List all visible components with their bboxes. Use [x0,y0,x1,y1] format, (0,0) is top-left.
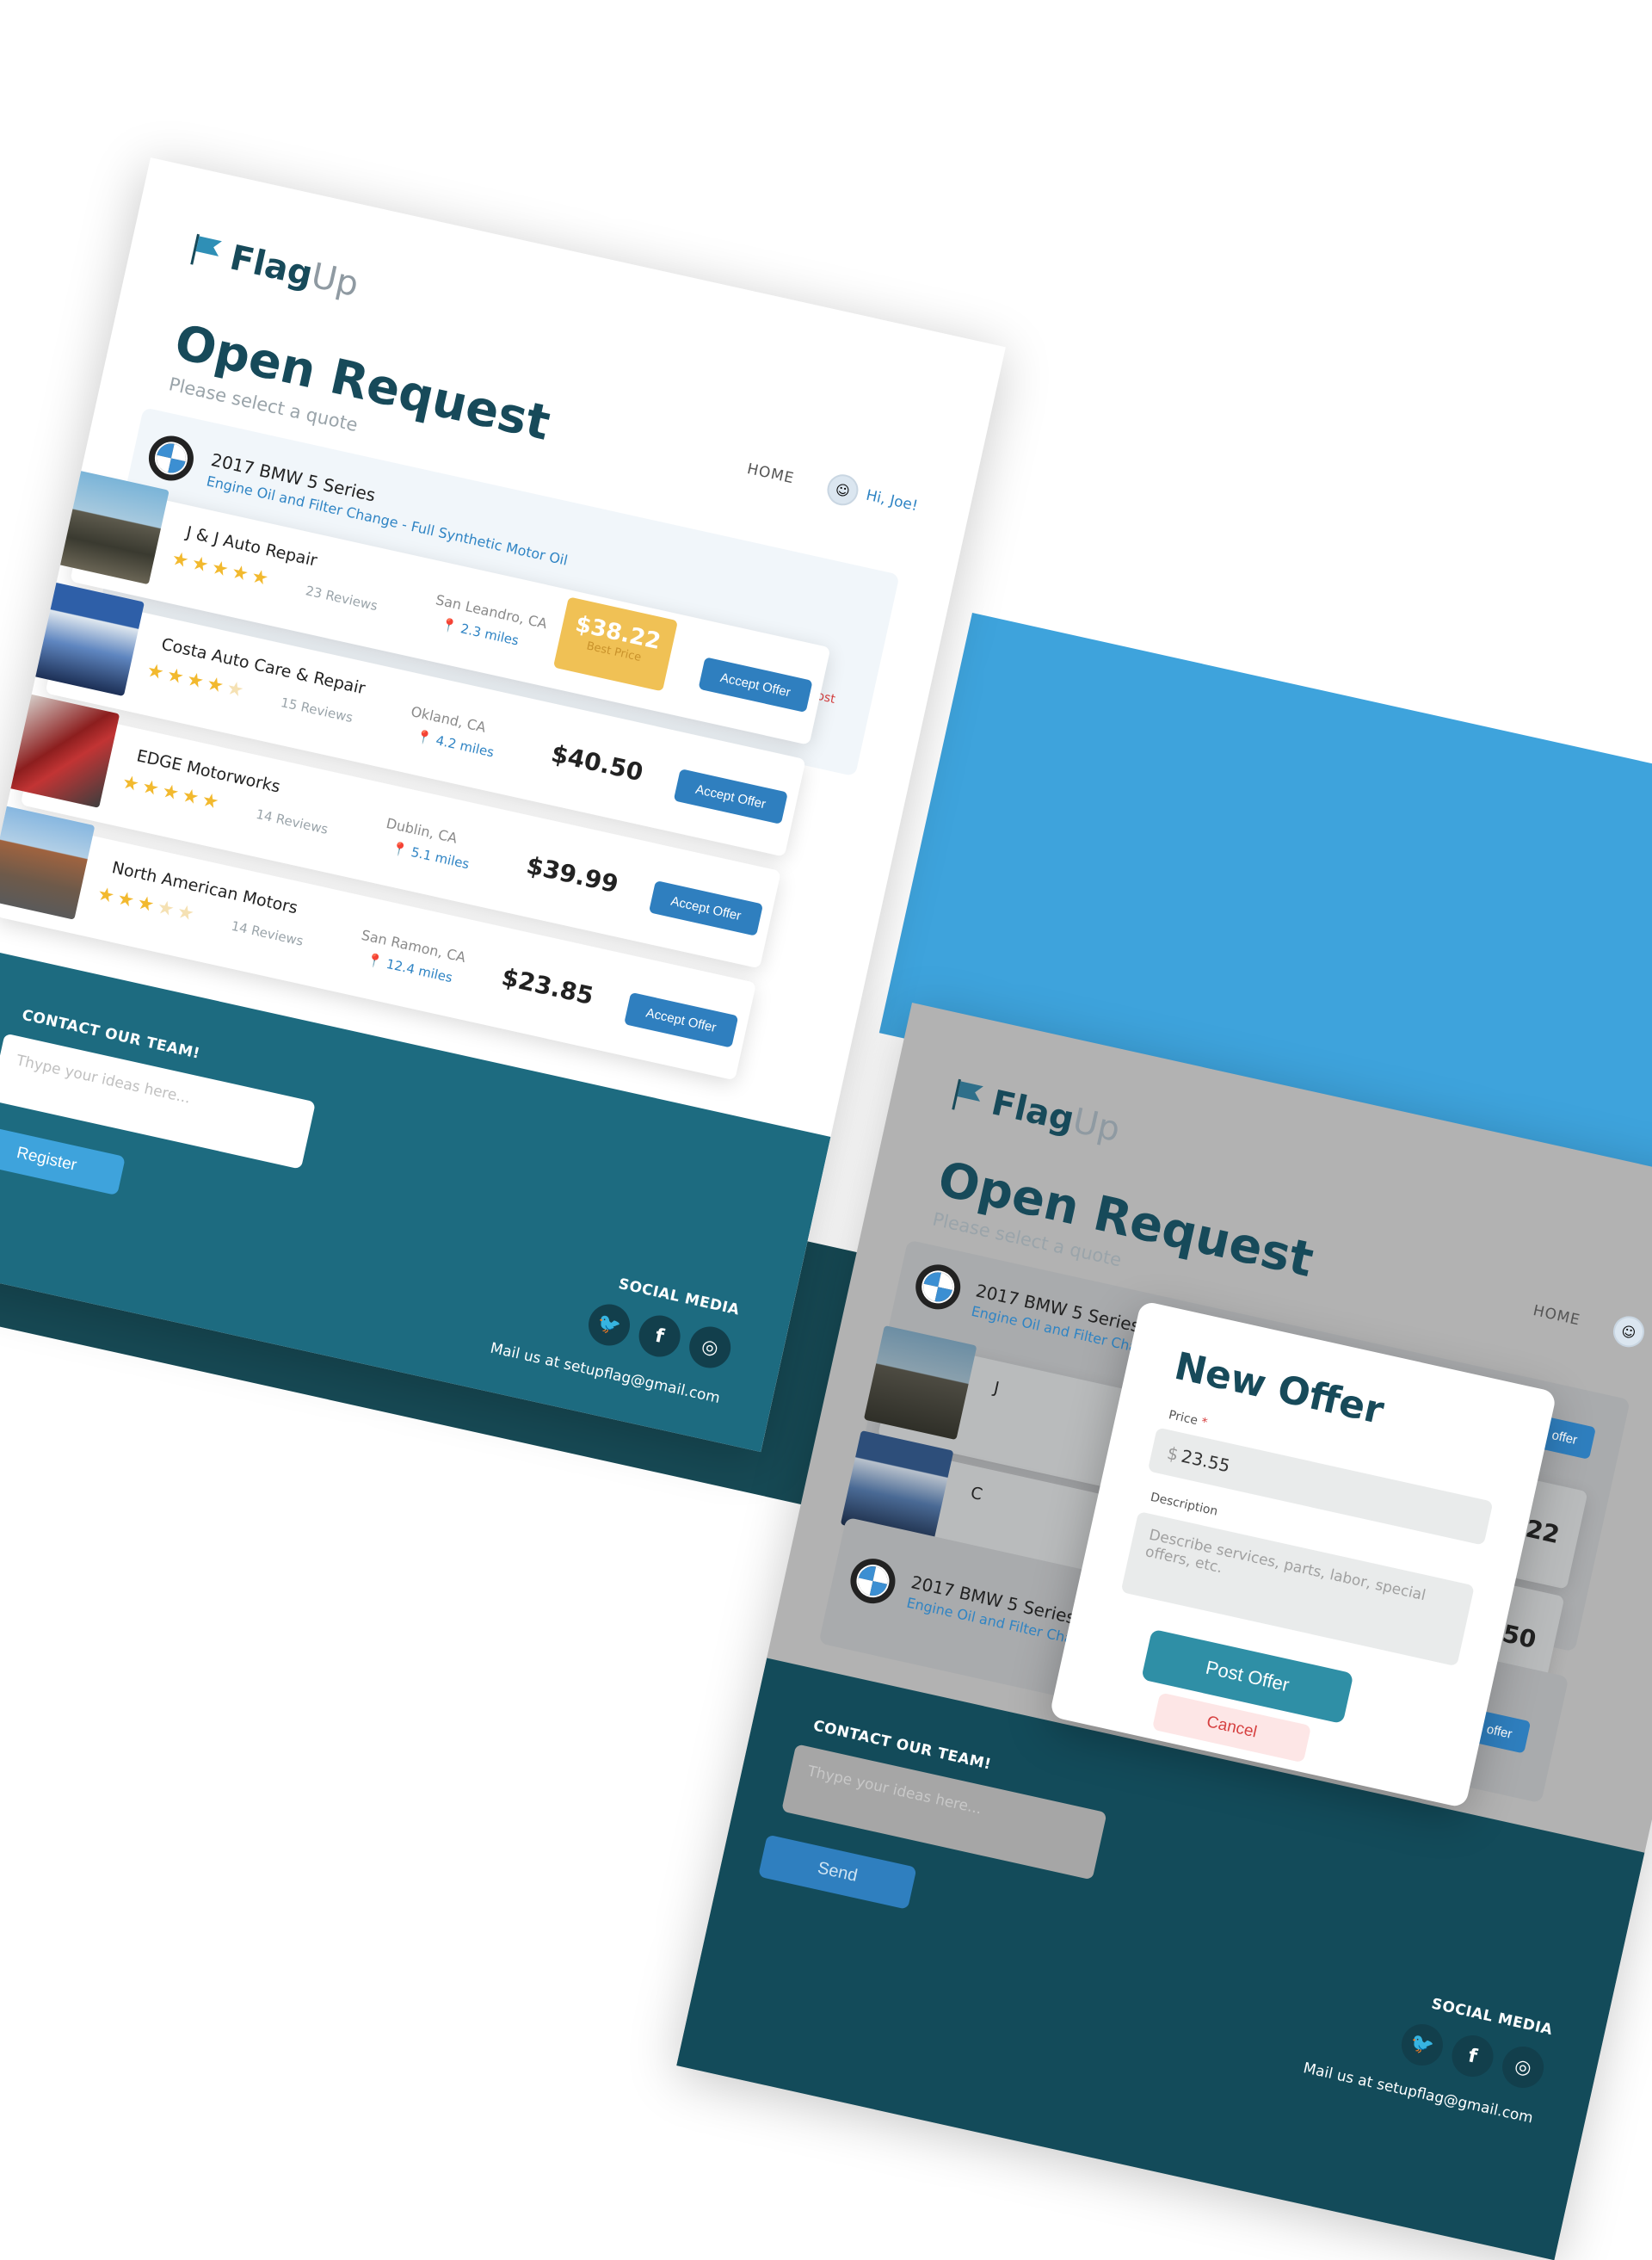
facebook-icon[interactable]: f [634,1311,685,1362]
flag-icon [188,232,226,272]
nav-home-link[interactable]: HOME [745,460,796,488]
bmw-logo-icon [911,1260,965,1314]
review-count: 14 Reviews [254,806,330,837]
brand-name: FlagUp [988,1083,1124,1151]
avatar: ☺ [1610,1312,1648,1350]
top-nav: HOME ☺ Hi, Joe! [1530,1295,1652,1363]
brand-logo[interactable]: FlagUp [949,1074,1124,1150]
register-button[interactable]: Register [0,1123,126,1196]
twitter-icon[interactable]: 🐦 [584,1300,634,1350]
shop-name: J [992,1378,1002,1399]
location-pin-icon: 📍 [390,839,410,859]
currency-symbol: $ [1165,1442,1180,1466]
price-value: 23.55 [1179,1445,1232,1477]
brand-logo[interactable]: FlagUp [188,229,362,305]
review-count: 14 Reviews [230,917,305,949]
avatar: ☺ [823,471,861,509]
offer-price: $40.50 [548,738,646,787]
new-offer-screen: FlagUp HOME ☺ Hi, Joe! Open Request Plea… [676,1003,1652,2260]
shop-distance: 📍 5.1 miles [390,839,471,873]
twitter-icon[interactable]: 🐦 [1397,2020,1447,2070]
shop-name: C [969,1483,984,1504]
price-label: Price * [1167,1408,1209,1430]
location-pin-icon: 📍 [365,951,385,971]
facebook-icon[interactable]: f [1447,2031,1498,2081]
shop-photo [863,1325,977,1441]
accept-offer-button[interactable]: Accept Offer [698,657,813,713]
shop-photo [6,693,120,808]
description-label: Description [1149,1490,1219,1519]
review-count: 23 Reviews [304,583,379,614]
shop-photo [31,581,145,697]
send-button[interactable]: Send [758,1834,917,1910]
bmw-logo-icon [846,1554,900,1609]
shop-photo [56,470,170,585]
bmw-logo-icon [144,431,198,485]
instagram-icon[interactable]: ◎ [1498,2042,1548,2092]
offer-price: $23.85 [499,962,596,1011]
location-pin-icon: 📍 [414,728,435,747]
new-offer-modal: New Offer Price * $23.55 Description Des… [1049,1300,1557,1809]
accept-offer-button[interactable]: Accept Offer [673,769,788,824]
accept-offer-button[interactable]: Accept Offer [648,880,764,936]
location-pin-icon: 📍 [439,616,459,635]
best-price-badge: $38.22 Best Price [552,596,678,692]
user-greeting: Hi, Joe! [864,486,920,516]
review-count: 15 Reviews [279,695,354,726]
nav-home-link[interactable]: HOME [1532,1302,1582,1330]
user-menu[interactable]: ☺ Hi, Joe! [823,471,921,522]
top-nav: HOME ☺ Hi, Joe! [744,454,922,522]
instagram-icon[interactable]: ◎ [685,1322,735,1373]
flag-icon [950,1077,988,1117]
user-menu[interactable]: ☺ Hi, Joe! [1610,1312,1652,1363]
accept-offer-button[interactable]: Accept Offer [624,991,739,1048]
brand-name: FlagUp [226,238,362,306]
offer-price: $39.99 [523,850,621,899]
shop-photo [0,805,96,920]
